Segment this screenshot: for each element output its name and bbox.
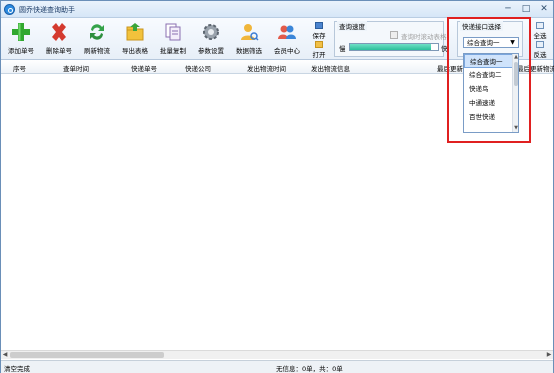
delete-number-label: 删除单号 — [46, 47, 72, 55]
status-left: 清空完成 — [4, 365, 30, 373]
export-table-button[interactable]: 导出表格 — [117, 21, 153, 58]
scroll-right-icon[interactable]: ▶ — [545, 351, 553, 359]
member-center-label: 会员中心 — [274, 47, 300, 55]
maximize-button[interactable]: □ — [521, 3, 531, 15]
close-button[interactable]: ✕ — [539, 3, 549, 15]
horizontal-scrollbar[interactable]: ◀ ▶ — [1, 350, 553, 359]
data-filter-button[interactable]: 数据筛选 — [231, 21, 267, 58]
settings-button[interactable]: 参数设置 — [193, 21, 229, 58]
checkbox-invert-icon — [536, 41, 544, 48]
gear-icon — [203, 24, 219, 40]
scroll-table-checkbox-label: 查询时滚动表格 — [401, 33, 447, 41]
add-number-label: 添加单号 — [8, 47, 34, 55]
window-title: 圆乔快递查询助手 — [19, 6, 75, 14]
column-header[interactable]: 发出物流时间 — [247, 63, 286, 73]
column-header[interactable]: 快递公司 — [185, 63, 211, 73]
horizontal-scroll-thumb[interactable] — [10, 352, 164, 358]
scroll-left-icon[interactable]: ◀ — [1, 351, 9, 359]
settings-label: 参数设置 — [198, 47, 224, 55]
save-label: 保存 — [312, 32, 326, 40]
column-header[interactable]: 查单时间 — [63, 63, 89, 73]
column-header[interactable]: 序号 — [13, 63, 26, 73]
invert-select-button[interactable]: 反选 — [529, 40, 551, 59]
copy-icon — [165, 23, 181, 41]
export-folder-icon — [126, 23, 144, 41]
query-speed-group: 查询速度 查询时滚动表格 慢 快 — [334, 21, 448, 57]
app-window: 圆乔快递查询助手 ─ □ ✕ 添加单号 删除单号 刷新物流 导出表格 批量复制 … — [0, 0, 554, 373]
save-icon — [315, 22, 323, 29]
open-label: 打开 — [312, 51, 326, 59]
delete-x-icon — [52, 23, 66, 41]
scroll-table-checkbox[interactable] — [390, 31, 398, 39]
title-bar: 圆乔快递查询助手 ─ □ ✕ — [1, 1, 553, 18]
refresh-icon — [90, 24, 104, 40]
delete-number-button[interactable]: 删除单号 — [41, 21, 77, 58]
member-center-button[interactable]: 会员中心 — [269, 21, 305, 58]
invert-select-label: 反选 — [533, 51, 547, 59]
open-folder-icon — [315, 41, 323, 48]
query-speed-slider[interactable] — [349, 43, 439, 51]
annotation-highlight-box — [447, 17, 531, 143]
query-speed-title: 查询速度 — [337, 21, 367, 31]
refresh-logistics-label: 刷新物流 — [84, 47, 110, 55]
filter-person-icon — [241, 24, 259, 41]
column-header[interactable]: 快递单号 — [131, 63, 157, 73]
select-all-label: 全选 — [533, 32, 547, 40]
plus-icon — [12, 23, 30, 41]
status-bar: 清空完成 无信息：0单，共：0单 — [1, 360, 553, 373]
data-filter-label: 数据筛选 — [236, 47, 262, 55]
app-logo-icon — [4, 4, 15, 15]
save-button[interactable]: 保存 — [310, 21, 328, 40]
status-count: 无信息：0单，共：0单 — [276, 365, 343, 373]
window-controls: ─ □ ✕ — [503, 3, 549, 15]
checkbox-all-icon — [536, 22, 544, 29]
select-all-button[interactable]: 全选 — [529, 21, 551, 40]
minimize-button[interactable]: ─ — [503, 3, 513, 15]
member-icon — [278, 25, 296, 39]
column-header[interactable]: 发出物流信息 — [311, 63, 350, 73]
batch-copy-button[interactable]: 批量复制 — [155, 21, 191, 58]
batch-copy-label: 批量复制 — [160, 47, 186, 55]
query-speed-fill — [350, 44, 431, 50]
add-number-button[interactable]: 添加单号 — [3, 21, 39, 58]
speed-slow-label: 慢 — [339, 45, 346, 53]
open-button[interactable]: 打开 — [310, 40, 328, 59]
export-table-label: 导出表格 — [122, 47, 148, 55]
refresh-logistics-button[interactable]: 刷新物流 — [79, 21, 115, 58]
